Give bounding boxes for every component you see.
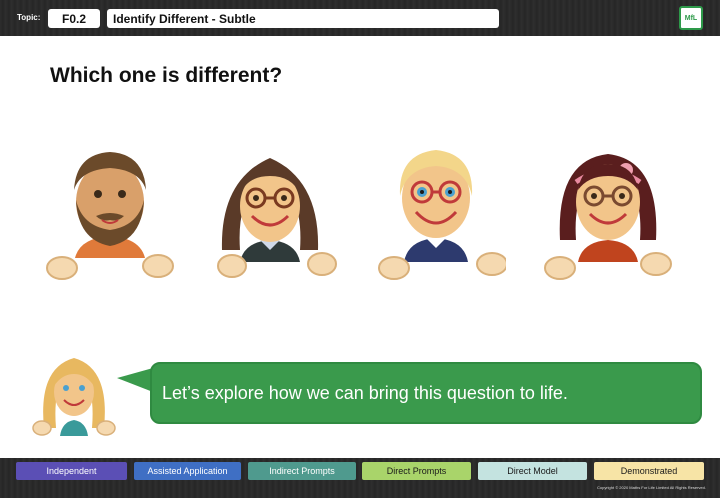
face-option-2[interactable]: [200, 140, 340, 285]
topic-title-field: Identify Different - Subtle: [107, 9, 499, 28]
brand-logo-icon[interactable]: MfL: [679, 6, 703, 30]
level-assisted-application-button[interactable]: Assisted Application: [134, 462, 241, 480]
level-independent-button[interactable]: Independent: [16, 462, 127, 480]
question-heading: Which one is different?: [50, 64, 283, 87]
logo-text: MfL: [684, 14, 698, 22]
face-option-3[interactable]: [366, 140, 506, 285]
face-option-4[interactable]: [538, 140, 678, 285]
level-direct-model-button[interactable]: Direct Model: [478, 462, 587, 480]
blonde-glasses-icon: [378, 150, 506, 280]
level-demonstrated-button[interactable]: Demonstrated: [594, 462, 704, 480]
helper-avatar: [28, 348, 124, 444]
top-bar: Topic: F0.2 Identify Different - Subtle …: [0, 0, 720, 36]
face-option-1[interactable]: [40, 140, 180, 285]
topic-label: Topic:: [17, 13, 41, 22]
level-direct-prompts-button[interactable]: Direct Prompts: [362, 462, 471, 480]
bearded-man-icon: [46, 152, 174, 280]
speech-bubble: Let’s explore how we can bring this ques…: [150, 362, 702, 424]
speech-bubble-tail: [117, 368, 153, 392]
copyright-text: Copyright © 2020 Maths For Life Limited …: [597, 485, 706, 490]
bottom-bar: Independent Assisted Application Indirec…: [0, 458, 720, 498]
level-indirect-prompts-button[interactable]: Indirect Prompts: [248, 462, 356, 480]
topic-code-field: F0.2: [48, 9, 100, 28]
curly-hair-glasses-icon: [217, 158, 337, 278]
dark-hair-headband-icon: [544, 154, 672, 280]
helper-girl-icon: [32, 358, 116, 436]
